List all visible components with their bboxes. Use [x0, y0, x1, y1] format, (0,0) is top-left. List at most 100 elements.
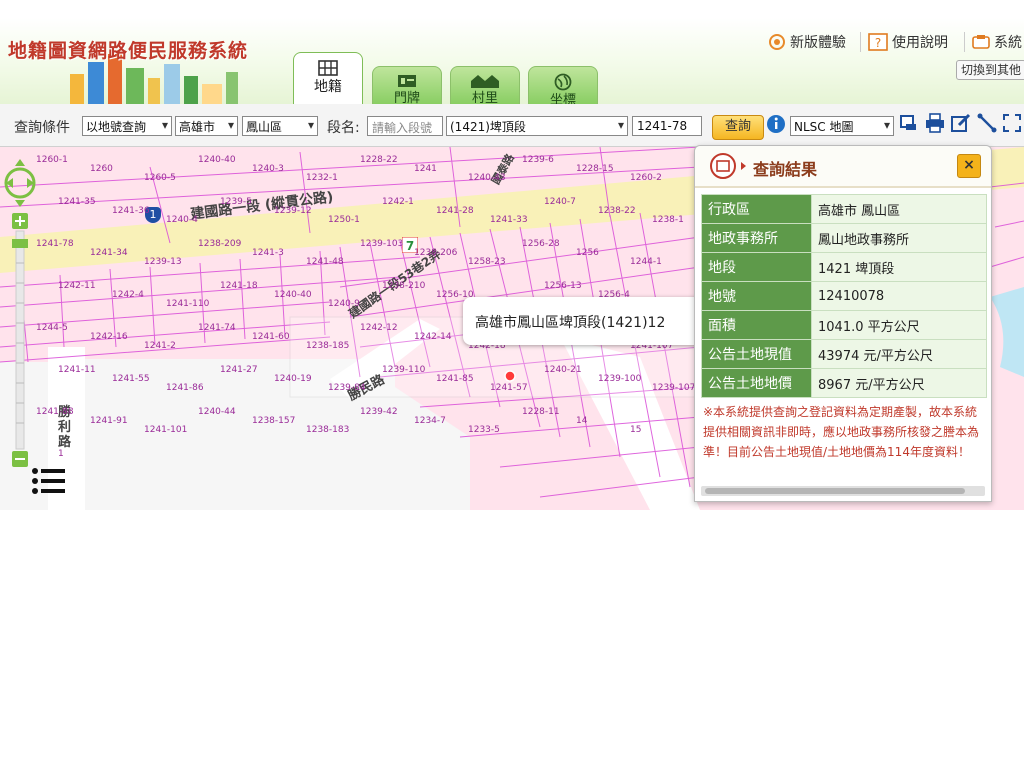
info-key: 地段: [701, 252, 812, 282]
parcel-label: 1258-23: [468, 257, 506, 267]
query-result-panel: 查詢結果 × 行政區 高雄市 鳳山區 地政事務所 鳳山地政事務所 地段 1421 埤頂段地…: [694, 145, 992, 502]
info-row: 公告土地地價 8967 元/平方公尺: [701, 368, 987, 398]
land-number-input[interactable]: 1241-78: [632, 116, 702, 136]
system-title: 地籍圖資網路便民服務系統: [8, 40, 249, 62]
print-icon[interactable]: [924, 112, 946, 134]
parcel-label: 1239-84: [328, 383, 366, 393]
info-row: 地段 1421 埤頂段: [701, 252, 987, 282]
parcel-label: 1238-22: [598, 206, 636, 216]
parcel-label: 1256-13: [544, 281, 582, 291]
panel-scrollbar[interactable]: [701, 486, 985, 496]
info-value: 鳳山地政事務所: [811, 223, 987, 253]
parcel-label: 1241-3: [252, 248, 284, 258]
header: 地籍圖資網路便民服務系統 地籍 門牌 村里 坐標 新版體驗 ? 使用說明 系統 …: [0, 18, 1024, 122]
parcel-label: 1238-1: [652, 215, 684, 225]
parcel-label: 1241-48: [306, 257, 344, 267]
parcel-label: 1241-110: [166, 299, 210, 309]
zoom-slider[interactable]: [12, 213, 28, 469]
parcel-label: 1239-13: [144, 257, 182, 267]
section-number-input[interactable]: 請輸入段號: [367, 116, 443, 136]
query-condition-label: 查詢條件: [14, 120, 70, 136]
switch-system-button[interactable]: 切換到其他: [956, 60, 1024, 80]
scrollbar-thumb[interactable]: [705, 488, 965, 494]
header-divider: [964, 32, 965, 52]
village-icon: [471, 75, 499, 88]
parcel-label: 1239-42: [360, 407, 398, 417]
selected-parcel-marker: [504, 370, 516, 382]
edit-icon[interactable]: [950, 112, 972, 134]
info-key: 公告土地現值: [701, 339, 812, 369]
close-button[interactable]: ×: [957, 154, 981, 178]
parcel-label: 1241-34: [90, 248, 128, 258]
parcel-label: 1240-40: [274, 290, 312, 300]
parcel-label: 1241-88: [36, 407, 74, 417]
parcel-label: 15: [630, 425, 642, 435]
parcel-label: 1240-43: [468, 173, 506, 183]
info-row: 行政區 高雄市 鳳山區: [701, 194, 987, 224]
new-version-link[interactable]: 新版體驗: [768, 32, 846, 52]
info-row: 面積 1041.0 平方公尺: [701, 310, 987, 340]
parcel-label: 1238-183: [306, 425, 350, 435]
parcel-label: 1240-9: [328, 299, 360, 309]
parcel-label: 1238-209: [198, 239, 242, 249]
window-icon[interactable]: [898, 112, 920, 134]
section-select[interactable]: (1421)埤頂段: [446, 116, 628, 136]
parcel-label: 1241-60: [252, 332, 290, 342]
parcel-label: 1238-185: [306, 341, 350, 351]
help-icon: ?: [868, 33, 888, 51]
parcel-label: 1239-107: [652, 383, 696, 393]
svg-text:?: ?: [875, 36, 881, 50]
parcel-label: 1240-44: [198, 407, 236, 417]
query-toolbar: 查詢條件 以地號查詢 高雄市 鳳山區 段名: 請輸入段號 (1421)埤頂段 1…: [0, 104, 1024, 147]
parcel-label: 1239-12: [274, 206, 312, 216]
parcel-label: 1232-1: [306, 173, 338, 183]
result-icon: [710, 153, 746, 179]
parcel-label: 1240-7: [544, 197, 576, 207]
parcel-label: 1260-5: [144, 173, 176, 183]
pan-control[interactable]: [4, 157, 36, 209]
query-button[interactable]: 查詢: [712, 115, 764, 140]
info-key: 面積: [701, 310, 812, 340]
info-icon[interactable]: [765, 113, 787, 135]
parcel-label: 1240-4: [166, 215, 198, 225]
fullscreen-icon[interactable]: [1001, 112, 1023, 134]
parcel-label: 1239-5: [220, 197, 252, 207]
city-select[interactable]: 高雄市: [175, 116, 238, 136]
door-plate-icon: [398, 75, 416, 87]
parcel-label: 1: [58, 449, 64, 459]
tab-label: 地籍: [314, 79, 342, 95]
parcel-label: 1242-4: [112, 290, 144, 300]
query-type-select[interactable]: 以地號查詢: [82, 116, 172, 136]
parcel-label: 1241-11: [58, 365, 96, 375]
parcel-label: 1241-27: [220, 365, 258, 375]
parcel-label: 1242-1: [382, 197, 414, 207]
layer-list-icon[interactable]: [30, 467, 66, 499]
basemap-select[interactable]: NLSC 地圖: [790, 116, 894, 136]
parcel-label: 1239-110: [382, 365, 426, 375]
system-link[interactable]: 系統: [972, 32, 1022, 52]
svg-text:7: 7: [406, 239, 414, 253]
system-icon: [972, 35, 990, 49]
info-key: 地號: [701, 281, 812, 311]
district-select[interactable]: 鳳山區: [242, 116, 318, 136]
parcel-label: 1241-2: [144, 341, 176, 351]
tab-cadastral[interactable]: 地籍: [293, 52, 363, 112]
parcel-label: 1242-16: [90, 332, 128, 342]
parcel-label: 1256: [576, 248, 599, 258]
parcel-label: 1241-57: [490, 383, 528, 393]
parcel-label: 1260-2: [630, 173, 662, 183]
info-row: 地政事務所 鳳山地政事務所: [701, 223, 987, 253]
parcel-label: 1241-85: [436, 374, 474, 384]
section-name-label: 段名:: [327, 120, 360, 136]
info-value: 1421 埤頂段: [811, 252, 987, 282]
parcel-label: 1241-18: [220, 281, 258, 291]
help-label: 使用說明: [892, 35, 948, 51]
parcel-label: 1241-101: [144, 425, 188, 435]
help-link[interactable]: ? 使用說明: [868, 32, 948, 52]
parcel-label: 1256-28: [522, 239, 560, 249]
parcel-label: 1241-55: [112, 374, 150, 384]
new-version-label: 新版體驗: [790, 35, 846, 51]
new-version-icon: [769, 34, 785, 50]
measure-icon[interactable]: [976, 112, 998, 134]
info-key: 行政區: [701, 194, 812, 224]
